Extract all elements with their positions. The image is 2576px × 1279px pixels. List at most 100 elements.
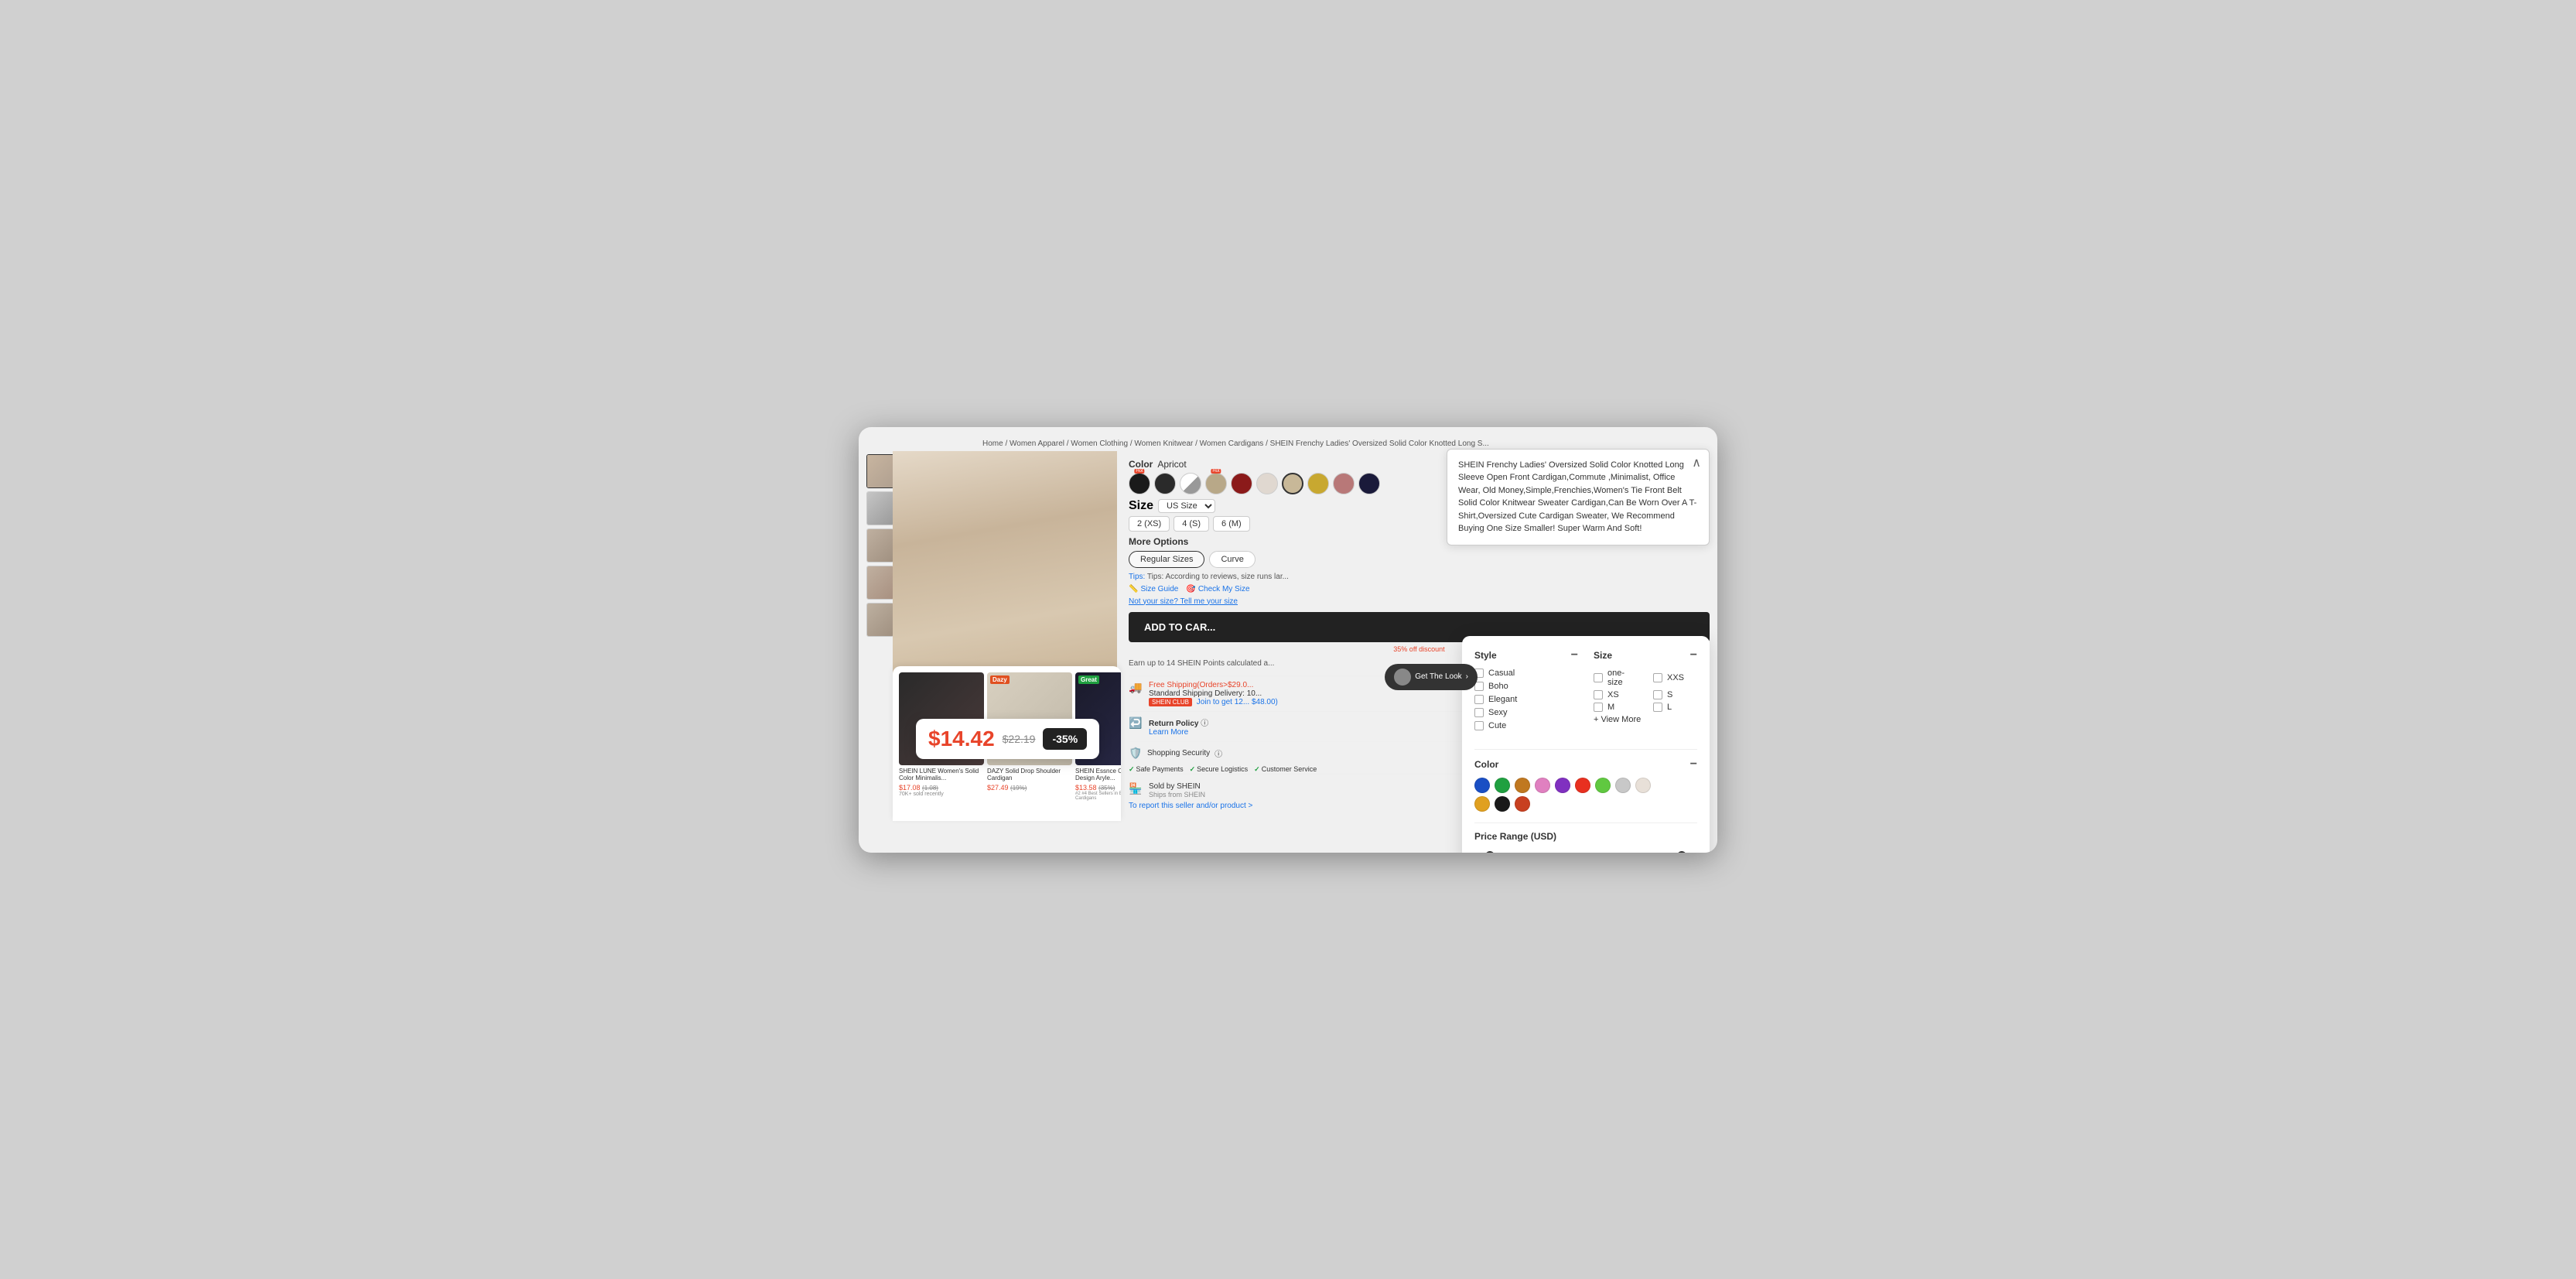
style-buttons: Regular Sizes Curve xyxy=(1129,551,1710,568)
color-swatch-10[interactable] xyxy=(1358,473,1380,494)
thumbnail-1[interactable] xyxy=(866,454,894,488)
not-your-size-link[interactable]: Not your size? Tell me your size xyxy=(1129,597,1238,606)
size-filter-toggle[interactable]: − xyxy=(1690,648,1697,662)
color-swatch-6[interactable] xyxy=(1256,473,1278,494)
elegant-checkbox[interactable] xyxy=(1474,695,1484,704)
shein-club-badge: SHEIN CLUB xyxy=(1149,698,1192,706)
color-filter-header: Color − xyxy=(1474,757,1697,771)
price-slider-min-handle[interactable] xyxy=(1485,851,1495,853)
hot-badge-4: Hot xyxy=(1211,469,1221,474)
style-filter-toggle[interactable]: − xyxy=(1571,648,1578,662)
color-swatch-4[interactable]: Hot xyxy=(1205,473,1227,494)
color-dot-green[interactable] xyxy=(1495,778,1510,793)
color-dot-lightgray[interactable] xyxy=(1635,778,1651,793)
rec-badge-dazy: Dazy xyxy=(990,675,1010,684)
sexy-checkbox[interactable] xyxy=(1474,708,1484,717)
rec-item-3-title: SHEIN Essnce Casual French Design Aryle.… xyxy=(1075,768,1121,782)
style-filter-options: Casual Boho Elegant Sexy xyxy=(1474,669,1578,730)
secure-logistics: ✓ Secure Logistics xyxy=(1190,765,1249,774)
price-slider-max-handle[interactable] xyxy=(1677,851,1686,853)
thumbnail-4[interactable] xyxy=(866,566,894,600)
style-sexy[interactable]: Sexy xyxy=(1474,708,1578,717)
color-dot-blue[interactable] xyxy=(1474,778,1490,793)
color-dot-gray[interactable] xyxy=(1615,778,1631,793)
filter-divider-2 xyxy=(1474,822,1697,823)
return-icon: ↩️ xyxy=(1129,716,1143,730)
rec-badge-3: Great xyxy=(1078,675,1099,684)
security-icon: 🛡️ xyxy=(1129,747,1143,761)
color-dot-red[interactable] xyxy=(1575,778,1590,793)
size-xs[interactable]: 2 (XS) xyxy=(1129,516,1170,532)
original-price: $22.19 xyxy=(1003,733,1036,745)
safe-payments: ✓ Safe Payments xyxy=(1129,765,1184,774)
size-guide-link[interactable]: 📏 Size Guide xyxy=(1129,585,1178,593)
color-filter-toggle[interactable]: − xyxy=(1690,757,1697,771)
price-badge: $14.42 $22.19 -35% xyxy=(916,719,1099,759)
sold-by-icon: 🏪 xyxy=(1129,782,1143,796)
tooltip-close-icon[interactable]: ∧ xyxy=(1692,454,1701,473)
color-dot-lightgreen[interactable] xyxy=(1595,778,1611,793)
tooltip-popup: ∧ SHEIN Frenchy Ladies' Oversized Solid … xyxy=(1447,449,1710,545)
view-more-sizes[interactable]: + View More xyxy=(1594,715,1697,724)
filter-panel: Style − Casual Boho Elegant xyxy=(1462,636,1710,853)
color-swatch-7[interactable] xyxy=(1282,473,1303,494)
color-swatch-9[interactable] xyxy=(1333,473,1355,494)
current-price: $14.42 xyxy=(928,727,995,751)
size-s[interactable]: S xyxy=(1653,690,1697,699)
color-dot-black[interactable] xyxy=(1495,796,1510,812)
shein-club-link[interactable]: Join to get 12... $48.00) xyxy=(1197,698,1278,706)
check-my-size-link[interactable]: 🎯 Check My Size xyxy=(1186,585,1249,593)
style-regular-btn[interactable]: Regular Sizes xyxy=(1129,551,1204,568)
size-filter: Size − one-size XXS XS xyxy=(1594,648,1697,730)
color-filter: Color − xyxy=(1474,757,1697,812)
customer-service: ✓ Customer Service xyxy=(1254,765,1317,774)
rec-item-1-price: $17.08 (1.08) xyxy=(899,784,984,792)
rec-item-1-title: SHEIN LUNE Women's Solid Color Minimalis… xyxy=(899,768,984,782)
style-curve-btn[interactable]: Curve xyxy=(1209,551,1255,568)
color-swatch-8[interactable] xyxy=(1307,473,1329,494)
get-the-look-avatar xyxy=(1394,669,1411,686)
size-unit-select[interactable]: US Size xyxy=(1158,499,1215,513)
style-casual[interactable]: Casual xyxy=(1474,669,1578,678)
size-filter-header: Size − xyxy=(1594,648,1697,662)
size-s[interactable]: 4 (S) xyxy=(1174,516,1209,532)
color-dot-orange[interactable] xyxy=(1515,778,1530,793)
color-filter-dots-2 xyxy=(1474,796,1697,812)
style-cute[interactable]: Cute xyxy=(1474,721,1578,730)
style-boho[interactable]: Boho xyxy=(1474,682,1578,691)
size-l[interactable]: L xyxy=(1653,703,1697,712)
color-swatch-1[interactable]: Hot xyxy=(1129,473,1150,494)
get-the-look-button[interactable]: Get The Look › xyxy=(1385,664,1478,690)
size-one-size[interactable]: one-size xyxy=(1594,669,1638,687)
browser-window: Home / Women Apparel / Women Clothing / … xyxy=(859,427,1717,853)
filter-divider-1 xyxy=(1474,749,1697,750)
style-elegant[interactable]: Elegant xyxy=(1474,695,1578,704)
color-value: Apricot xyxy=(1157,459,1186,470)
size-xs[interactable]: XS xyxy=(1594,690,1638,699)
size-m[interactable]: 6 (M) xyxy=(1213,516,1250,532)
discount-badge: -35% xyxy=(1043,728,1087,750)
rec-item-1-sold: 70K+ sold recently xyxy=(899,792,984,797)
thumbnail-2[interactable] xyxy=(866,491,894,525)
size-m[interactable]: M xyxy=(1594,703,1638,712)
cute-checkbox[interactable] xyxy=(1474,721,1484,730)
color-swatch-5[interactable] xyxy=(1231,473,1252,494)
shipping-icon: 🚚 xyxy=(1129,681,1143,695)
color-dot-purple[interactable] xyxy=(1555,778,1570,793)
size-xxs[interactable]: XXS xyxy=(1653,669,1697,687)
color-dot-pink[interactable] xyxy=(1535,778,1550,793)
tips-text: Tips: Tips: According to reviews, size r… xyxy=(1129,573,1710,581)
price-slider[interactable] xyxy=(1474,848,1697,853)
thumbnail-5[interactable] xyxy=(866,603,894,637)
color-dot-gold[interactable] xyxy=(1474,796,1490,812)
rec-item-2-price: $27.49 (19%) xyxy=(987,784,1072,792)
style-filter-header: Style − xyxy=(1474,648,1578,662)
main-image-container: $14.42 $22.19 -35% SHEIN LUNE Women's So… xyxy=(893,451,1121,821)
color-swatch-2[interactable] xyxy=(1154,473,1176,494)
size-filter-options: one-size XXS XS S xyxy=(1594,669,1697,712)
color-swatch-3[interactable] xyxy=(1180,473,1201,494)
color-dot-burnt[interactable] xyxy=(1515,796,1530,812)
learn-more-link[interactable]: Learn More xyxy=(1149,728,1188,737)
thumbnail-3[interactable] xyxy=(866,528,894,563)
rec-item-2-title: DAZY Solid Drop Shoulder Cardigan xyxy=(987,768,1072,782)
